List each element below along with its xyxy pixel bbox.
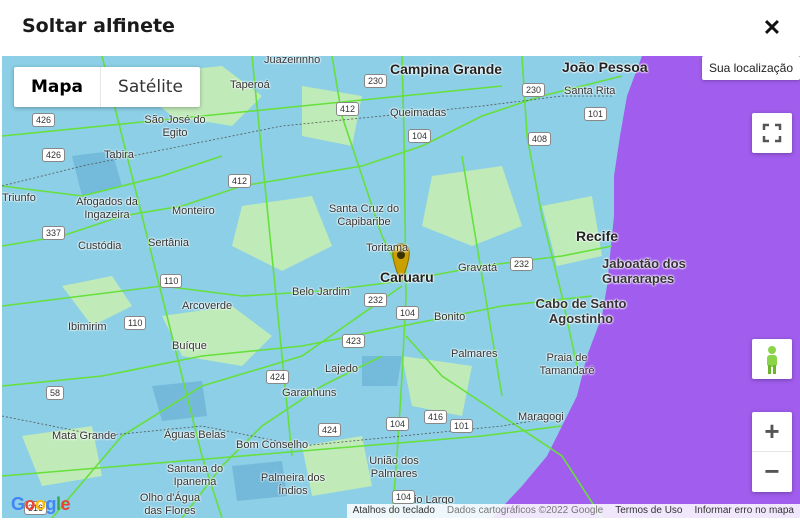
map-data-attribution: Dados cartográficos ©2022 Google bbox=[440, 504, 610, 518]
your-location-tooltip: Sua localização bbox=[701, 56, 800, 80]
dialog-header: Soltar alfinete ✕ bbox=[0, 0, 800, 56]
place-label: Juazeirinho bbox=[264, 56, 321, 66]
place-label: Triunfo bbox=[2, 192, 36, 204]
place-label: Mata Grande bbox=[52, 430, 117, 442]
place-label: Jaboatão dos Guararapes bbox=[602, 256, 686, 286]
place-label: Bom Conselho bbox=[236, 439, 309, 451]
place-label: Recife bbox=[576, 228, 619, 244]
road-shield: 337 bbox=[42, 226, 66, 240]
keyboard-shortcuts-link[interactable]: Atalhos do teclado bbox=[346, 504, 441, 518]
place-label: Praia de Tamandaré bbox=[539, 352, 595, 377]
road-shield: 423 bbox=[342, 334, 366, 348]
zoom-control: + − bbox=[752, 412, 792, 492]
road-shield: 104 bbox=[396, 306, 420, 320]
place-label: Águas Belas bbox=[164, 429, 226, 441]
dialog-title: Soltar alfinete bbox=[22, 15, 175, 37]
zoom-in-button[interactable]: + bbox=[752, 412, 792, 452]
place-label: Campina Grande bbox=[390, 61, 503, 77]
place-label: Monteiro bbox=[172, 205, 215, 217]
road-shield: 104 bbox=[408, 129, 432, 143]
report-error-link[interactable]: Informar erro no mapa bbox=[688, 504, 800, 518]
map-type-satellite-button[interactable]: Satélite bbox=[101, 67, 200, 107]
place-label: Santa Cruz do Capibaribe bbox=[328, 203, 400, 228]
map-footer: Atalhos do teclado Dados cartográficos ©… bbox=[346, 504, 800, 518]
road-shield: 230 bbox=[522, 83, 546, 97]
place-label: Taperoá bbox=[230, 79, 270, 91]
road-shield: 104 bbox=[392, 490, 416, 504]
place-label: Queimadas bbox=[390, 107, 447, 119]
place-label: Ibimirim bbox=[68, 321, 107, 333]
google-logo: Google bbox=[11, 494, 71, 514]
place-label: João Pessoa bbox=[562, 59, 648, 75]
place-label: Gravatá bbox=[458, 262, 498, 274]
place-label: Sertânia bbox=[148, 237, 189, 249]
road-shield: 426 bbox=[42, 148, 66, 162]
road-shield: 408 bbox=[528, 132, 552, 146]
terms-link[interactable]: Termos de Uso bbox=[609, 504, 689, 518]
place-label: Santana do Ipanema bbox=[166, 463, 224, 488]
place-label: Custódia bbox=[78, 240, 122, 252]
place-label: Olho d'Água das Flores bbox=[139, 492, 201, 517]
drop-pin-dialog: Soltar alfinete ✕ Juazeirinho Campina Gr… bbox=[0, 0, 800, 520]
road-shield: 101 bbox=[584, 107, 608, 121]
fullscreen-icon bbox=[762, 123, 782, 143]
place-label: Palmeira dos Índios bbox=[260, 472, 326, 497]
place-label: Toritama bbox=[366, 242, 409, 254]
place-label: Belo Jardim bbox=[292, 286, 351, 298]
street-view-button[interactable] bbox=[752, 339, 792, 379]
place-label: Palmares bbox=[451, 348, 498, 360]
place-label: União dos Palmares bbox=[369, 455, 419, 480]
map-type-map-button[interactable]: Mapa bbox=[14, 67, 102, 107]
road-shield: 58 bbox=[46, 386, 65, 400]
road-shield: 424 bbox=[318, 423, 342, 437]
road-shield: 110 bbox=[160, 274, 183, 288]
place-label: Bonito bbox=[434, 311, 466, 323]
road-shield: 232 bbox=[364, 293, 388, 307]
map-canvas[interactable]: Juazeirinho Campina Grande João Pessoa T… bbox=[2, 56, 800, 518]
road-shield: 110 bbox=[124, 316, 147, 330]
road-shield: 426 bbox=[32, 113, 56, 127]
road-shield: 232 bbox=[510, 257, 534, 271]
place-label: Lajedo bbox=[325, 363, 359, 375]
map-type-control: Mapa Satélite bbox=[14, 67, 200, 107]
map-base bbox=[2, 56, 800, 518]
road-shield: 412 bbox=[228, 174, 252, 188]
place-label: Garanhuns bbox=[282, 387, 337, 399]
place-label: Cabo de Santo Agostinho bbox=[535, 296, 627, 326]
road-shield: 230 bbox=[364, 74, 388, 88]
place-label: Santa Rita bbox=[564, 85, 616, 97]
road-shield: 101 bbox=[450, 419, 474, 433]
place-label: Buíque bbox=[172, 340, 207, 352]
road-shield: 412 bbox=[336, 102, 360, 116]
close-icon[interactable]: ✕ bbox=[760, 16, 784, 40]
place-label: Caruaru bbox=[380, 269, 434, 285]
fullscreen-button[interactable] bbox=[752, 113, 792, 153]
place-label: Afogados da Ingazeira bbox=[76, 196, 138, 221]
road-shield: 424 bbox=[266, 370, 290, 384]
road-shield: 104 bbox=[386, 417, 410, 431]
place-label: São José do Egito bbox=[144, 114, 206, 139]
place-label: Maragogi bbox=[518, 411, 564, 423]
place-label: Arcoverde bbox=[182, 300, 233, 312]
road-shield: 416 bbox=[424, 410, 448, 424]
street-view-pegman-icon bbox=[767, 346, 777, 374]
place-label: Tabira bbox=[104, 149, 134, 161]
zoom-out-button[interactable]: − bbox=[752, 452, 792, 492]
